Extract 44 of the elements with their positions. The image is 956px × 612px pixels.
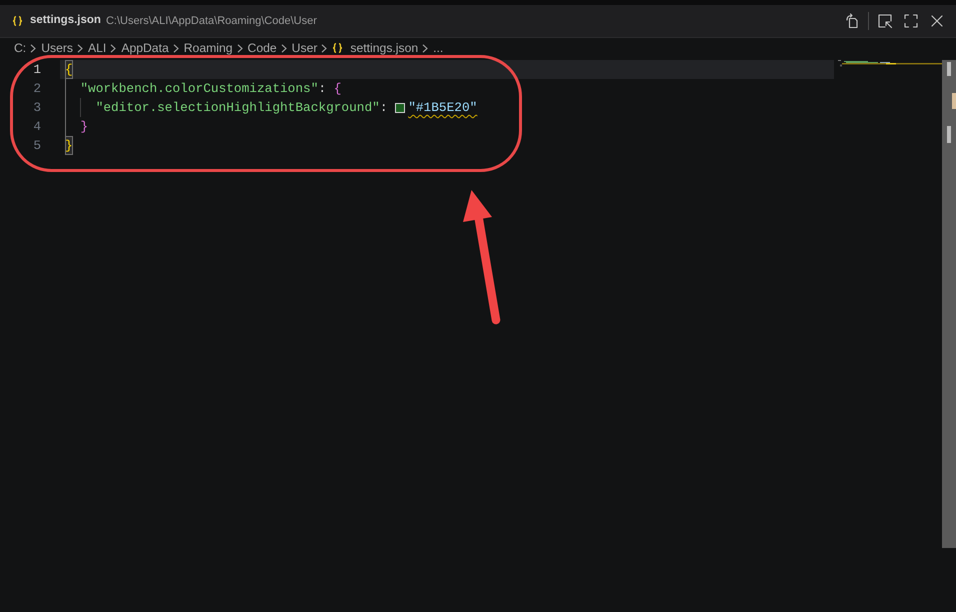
breadcrumb-item[interactable]: AppData	[121, 40, 169, 56]
scrollbar[interactable]	[942, 60, 956, 548]
file-title: settings.json	[30, 13, 101, 28]
line-number: 5	[33, 140, 41, 152]
chevron-right-icon	[172, 44, 179, 52]
ruler-mark-icon	[952, 93, 956, 109]
brace: }	[65, 136, 73, 155]
chevron-right-icon	[110, 44, 116, 52]
breadcrumb-item[interactable]: User	[292, 40, 318, 56]
brace: }	[80, 118, 88, 136]
line-number: 4	[33, 120, 41, 132]
chevron-right-icon	[422, 44, 428, 52]
breadcrumb-more[interactable]: ...	[433, 40, 444, 56]
fullscreen-icon[interactable]	[903, 13, 919, 29]
chevron-right-icon	[77, 44, 84, 52]
breadcrumb-item[interactable]: Roaming	[184, 40, 233, 56]
breadcrumb-item[interactable]: C:	[14, 40, 26, 56]
breadcrumb-item[interactable]: Code	[248, 40, 277, 56]
brace: {	[334, 80, 342, 98]
json-key: "workbench.colorCustomizations"	[80, 79, 318, 98]
colon: :	[318, 80, 326, 98]
line-number: 2	[33, 82, 41, 94]
breadcrumb-item[interactable]: ALI	[88, 40, 106, 56]
ruler-mark-icon	[947, 126, 951, 143]
close-icon[interactable]	[929, 13, 945, 29]
line-number: 3	[33, 102, 41, 114]
chevron-right-icon	[30, 44, 36, 52]
chevron-right-icon	[321, 44, 328, 52]
braces-icon	[332, 43, 344, 53]
json-key: "editor.selectionHighlightBackground"	[96, 98, 380, 117]
cursor-select-icon[interactable]	[877, 13, 893, 29]
breadcrumb-item[interactable]: Users	[41, 40, 74, 56]
document-arrow-icon[interactable]	[844, 13, 860, 29]
colon: :	[380, 99, 388, 117]
braces-icon	[12, 16, 23, 26]
chevron-right-icon	[280, 44, 287, 52]
brace: {	[65, 60, 73, 79]
chevron-right-icon	[236, 44, 243, 52]
json-value: "#1B5E20"	[408, 99, 478, 117]
line-number: 1	[33, 64, 41, 76]
ruler-mark-icon	[947, 62, 951, 76]
color-swatch-icon[interactable]	[395, 102, 406, 112]
file-path: C:\Users\ALI\AppData\Roaming\Code\User	[106, 14, 317, 29]
breadcrumb-item[interactable]: settings.json	[332, 40, 418, 56]
